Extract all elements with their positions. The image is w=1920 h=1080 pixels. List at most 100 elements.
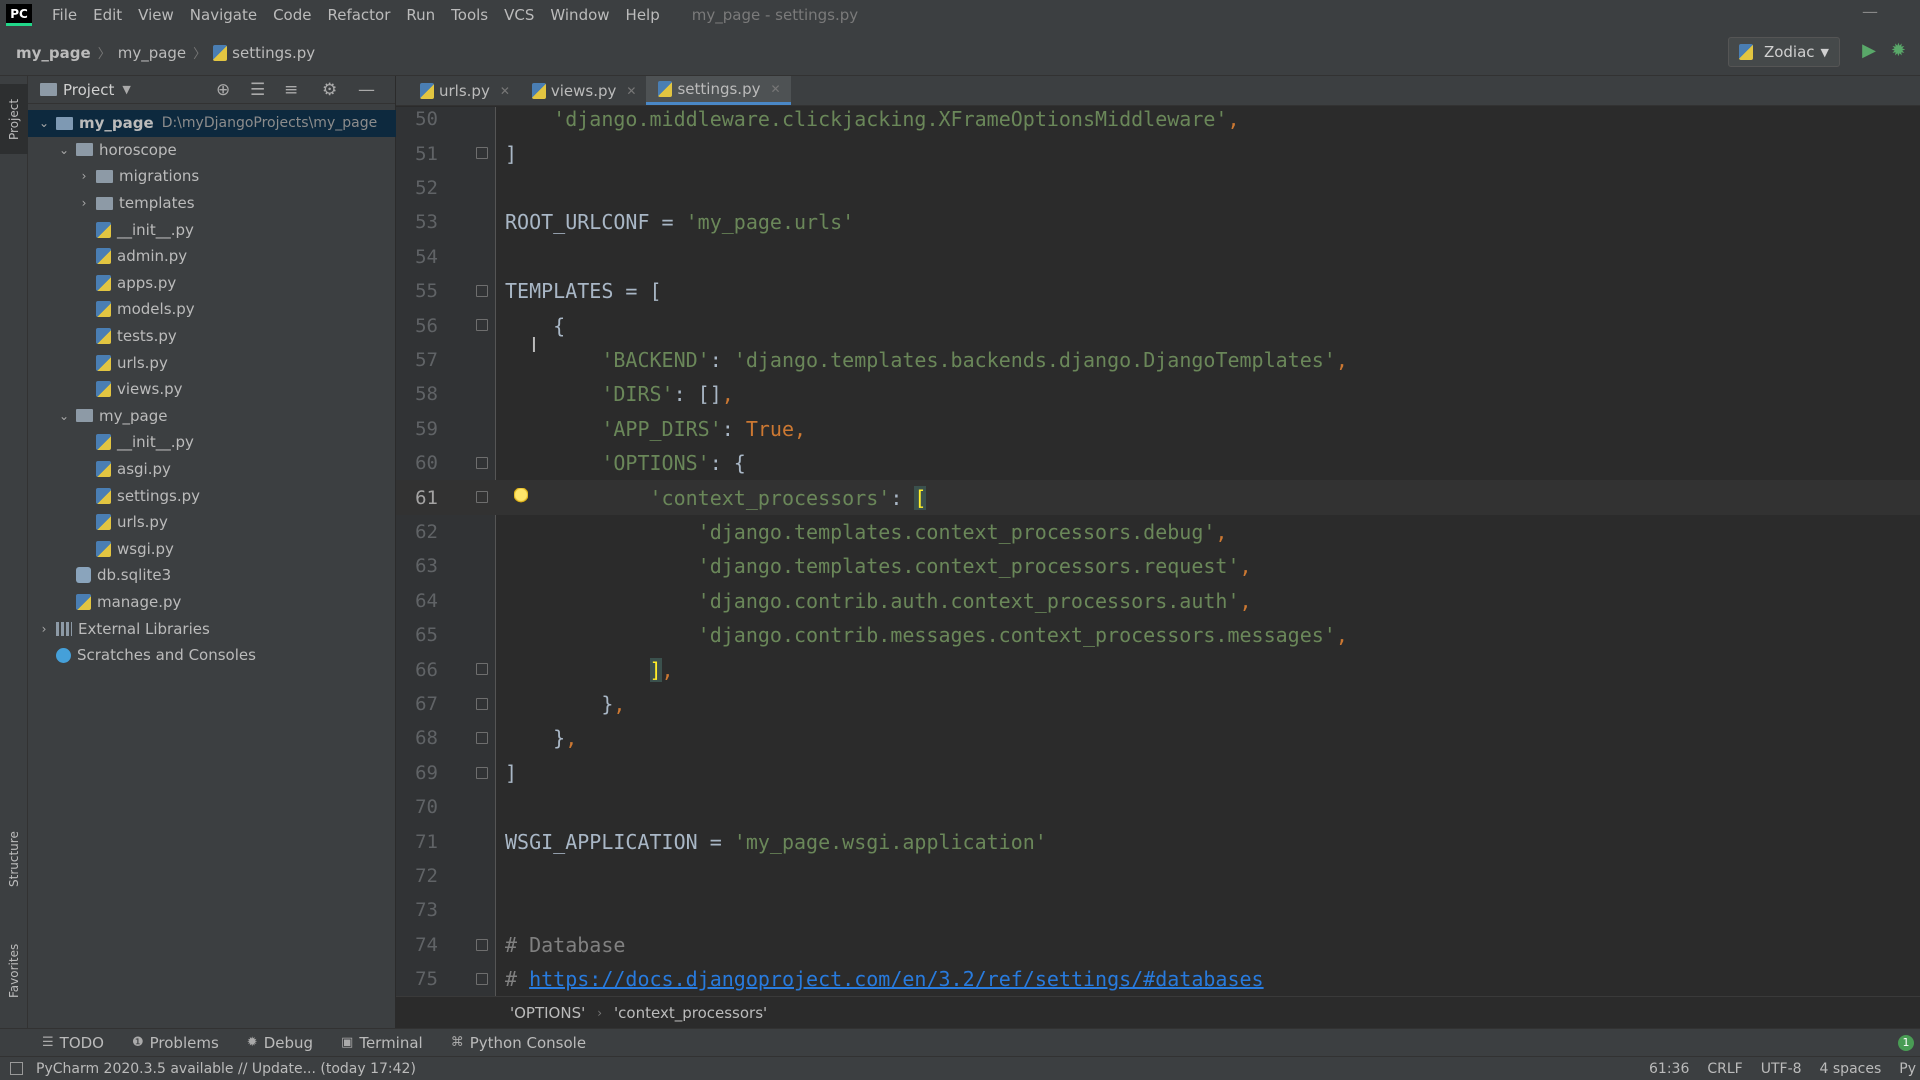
problems-tool-button[interactable]: ❶ Problems <box>132 1034 219 1052</box>
chevron-right-icon[interactable]: › <box>76 196 92 210</box>
favorites-tool-tab[interactable]: Favorites <box>0 926 28 1016</box>
chevron-right-icon[interactable]: › <box>36 622 52 636</box>
tree-item[interactable]: wsgi.py <box>28 536 396 563</box>
code-line[interactable]: 63 'django.templates.context_processors.… <box>396 549 1920 583</box>
chevron-down-icon[interactable]: ⌄ <box>56 409 72 423</box>
menu-file[interactable]: File <box>44 0 85 30</box>
menu-vcs[interactable]: VCS <box>496 0 542 30</box>
fold-marker-icon[interactable] <box>476 732 488 745</box>
code-line[interactable]: 57 'BACKEND': 'django.templates.backends… <box>396 343 1920 377</box>
tree-item[interactable]: › migrations <box>28 163 396 190</box>
tree-item[interactable]: › templates <box>28 190 396 217</box>
breadcrumb-file[interactable]: settings.py <box>232 44 315 62</box>
code-line[interactable]: 62 'django.templates.context_processors.… <box>396 515 1920 549</box>
update-notification[interactable]: PyCharm 2020.3.5 available // Update... … <box>36 1061 416 1077</box>
code-line[interactable]: 75 # https://docs.djangoproject.com/en/3.… <box>396 962 1920 996</box>
fold-marker-icon[interactable] <box>476 663 488 676</box>
close-icon[interactable]: ✕ <box>770 82 780 96</box>
fold-marker-icon[interactable] <box>476 938 488 951</box>
tree-item[interactable]: __init__.py <box>28 216 396 243</box>
code-line[interactable]: 70 <box>396 790 1920 824</box>
debug-icon[interactable]: ✹ <box>1891 40 1906 61</box>
minimize-icon[interactable]: — <box>1862 2 1878 21</box>
expand-all-icon[interactable]: ☰ <box>250 80 265 100</box>
menu-view[interactable]: View <box>130 0 182 30</box>
gear-icon[interactable]: ⚙ <box>322 80 337 100</box>
tree-item[interactable]: ⌄ my_page D:\myDjangoProjects\my_page <box>28 110 396 137</box>
code-line[interactable]: 60 'OPTIONS': { <box>396 446 1920 480</box>
tree-item[interactable]: settings.py <box>28 482 396 509</box>
tree-item[interactable]: manage.py <box>28 589 396 616</box>
tree-item[interactable]: models.py <box>28 296 396 323</box>
hide-panel-icon[interactable]: — <box>358 80 375 100</box>
interpreter-setting[interactable]: Py <box>1899 1061 1916 1077</box>
code-line[interactable]: 69] <box>396 756 1920 790</box>
menu-navigate[interactable]: Navigate <box>182 0 265 30</box>
close-icon[interactable]: ✕ <box>500 84 510 98</box>
menu-run[interactable]: Run <box>398 0 443 30</box>
code-line[interactable]: 68 }, <box>396 721 1920 755</box>
menu-help[interactable]: Help <box>618 0 668 30</box>
fold-marker-icon[interactable] <box>476 319 488 332</box>
fold-marker-icon[interactable] <box>476 766 488 779</box>
tree-item[interactable]: db.sqlite3 <box>28 562 396 589</box>
tab-settings-py[interactable]: settings.py ✕ <box>646 76 791 105</box>
fold-marker-icon[interactable] <box>476 147 488 160</box>
indent-setting[interactable]: 4 spaces <box>1820 1061 1882 1077</box>
project-view-selector[interactable]: Project <box>63 81 114 99</box>
tree-item[interactable]: urls.py <box>28 509 396 536</box>
locate-icon[interactable]: ⊕ <box>216 80 230 100</box>
project-tool-tab[interactable]: Project <box>0 84 28 154</box>
tree-item[interactable]: Scratches and Consoles <box>28 642 396 669</box>
debug-tool-button[interactable]: ✹ Debug <box>247 1034 313 1052</box>
caret-position[interactable]: 61:36 <box>1649 1061 1689 1077</box>
tree-item[interactable]: __init__.py <box>28 429 396 456</box>
tree-item[interactable]: tests.py <box>28 323 396 350</box>
chevron-down-icon[interactable]: ⌄ <box>36 116 52 130</box>
close-icon[interactable]: ✕ <box>626 84 636 98</box>
code-line[interactable]: 72 <box>396 859 1920 893</box>
code-line[interactable]: 67 }, <box>396 687 1920 721</box>
tree-item[interactable]: › External Libraries <box>28 615 396 642</box>
chevron-right-icon[interactable]: › <box>76 169 92 183</box>
code-line[interactable]: 54 <box>396 240 1920 274</box>
code-line[interactable]: 50 'django.middleware.clickjacking.XFram… <box>396 107 1920 136</box>
breadcrumb-folder[interactable]: my_page <box>118 44 186 62</box>
tree-item[interactable]: views.py <box>28 376 396 403</box>
code-line[interactable]: 56 { <box>396 308 1920 342</box>
run-configuration-selector[interactable]: Zodiac ▼ <box>1727 37 1840 67</box>
chevron-down-icon[interactable]: ▼ <box>122 83 130 96</box>
code-line[interactable]: 58 'DIRS': [], <box>396 377 1920 411</box>
collapse-all-icon[interactable]: ≡ <box>284 80 298 100</box>
fold-marker-icon[interactable] <box>476 973 488 985</box>
chevron-down-icon[interactable]: ⌄ <box>56 143 72 157</box>
menu-edit[interactable]: Edit <box>85 0 130 30</box>
code-line[interactable]: 51] <box>396 136 1920 170</box>
run-icon[interactable]: ▶ <box>1862 40 1876 61</box>
code-editor[interactable]: 50 'django.middleware.clickjacking.XFram… <box>396 107 1920 996</box>
python-console-tool-button[interactable]: ⌘ Python Console <box>451 1034 586 1052</box>
editor-crumb-context-processors[interactable]: 'context_processors' <box>614 1004 767 1022</box>
fold-marker-icon[interactable] <box>476 457 488 469</box>
fold-marker-icon[interactable] <box>476 491 488 504</box>
event-log-icon[interactable]: 1 <box>1898 1035 1914 1051</box>
breadcrumb-project[interactable]: my_page <box>16 44 91 62</box>
code-line[interactable]: 53 ROOT_URLCONF = 'my_page.urls' <box>396 205 1920 239</box>
todo-tool-button[interactable]: ☰ TODO <box>42 1034 104 1052</box>
code-line[interactable]: 64 'django.contrib.auth.context_processo… <box>396 584 1920 618</box>
code-line[interactable]: 74 # Database <box>396 928 1920 962</box>
tab-views-py[interactable]: views.py ✕ <box>520 76 647 105</box>
tree-item[interactable]: urls.py <box>28 349 396 376</box>
terminal-tool-button[interactable]: ▣ Terminal <box>341 1034 423 1052</box>
fold-marker-icon[interactable] <box>476 285 488 297</box>
code-line[interactable]: 61 'context_processors': [ <box>396 480 1920 515</box>
code-line[interactable]: 59 'APP_DIRS': True, <box>396 412 1920 446</box>
tree-item[interactable]: admin.py <box>28 243 396 270</box>
menu-refactor[interactable]: Refactor <box>319 0 398 30</box>
code-line[interactable]: 73 <box>396 893 1920 927</box>
code-line[interactable]: 52 <box>396 171 1920 205</box>
toggle-tool-windows-icon[interactable] <box>10 1062 23 1075</box>
tree-item[interactable]: apps.py <box>28 270 396 297</box>
menu-tools[interactable]: Tools <box>443 0 496 30</box>
code-line[interactable]: 55 TEMPLATES = [ <box>396 274 1920 308</box>
